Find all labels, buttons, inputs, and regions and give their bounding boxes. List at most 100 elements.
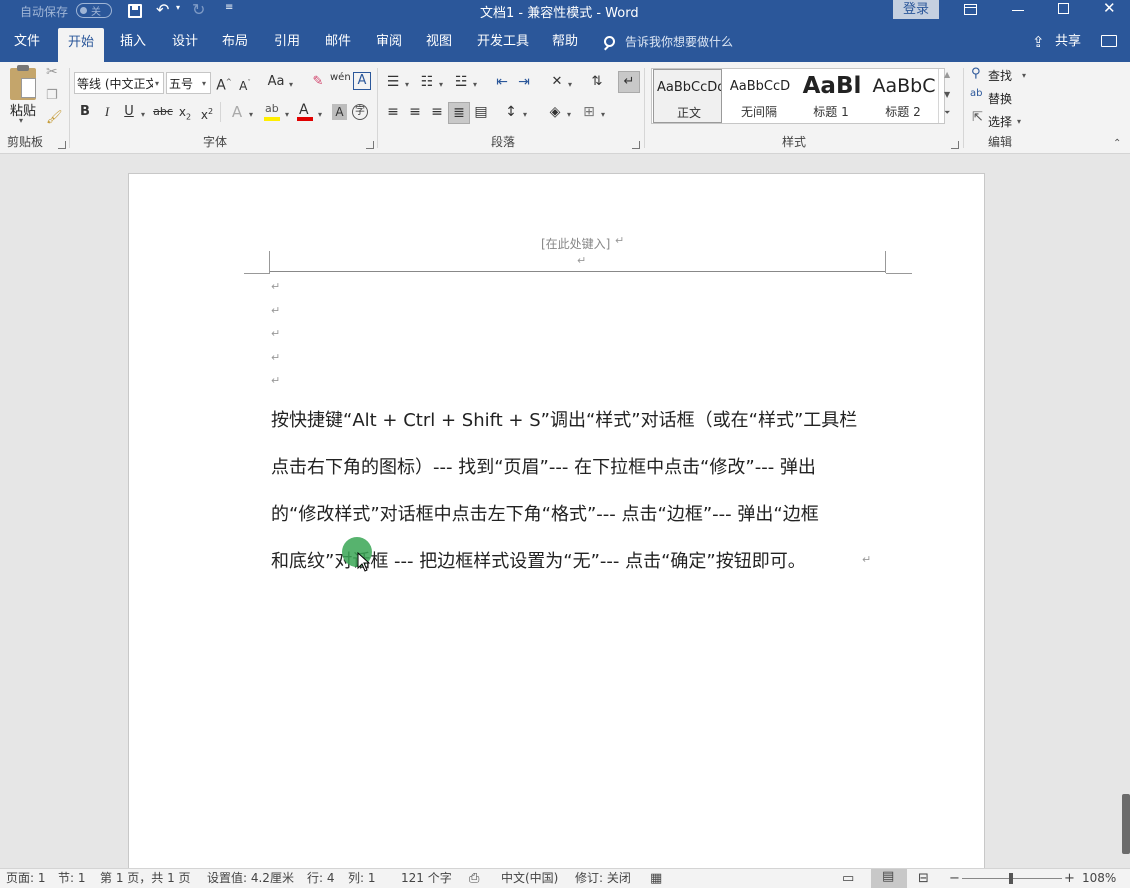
chevron-down-icon[interactable]: ▾ (318, 110, 322, 119)
read-mode-icon[interactable]: ▭ (842, 869, 854, 888)
comments-icon[interactable] (1101, 35, 1117, 47)
maximize-icon[interactable] (1058, 3, 1069, 14)
copy-icon[interactable]: ❐ (46, 88, 58, 103)
tab-design[interactable]: 设计 (172, 22, 198, 62)
shading-icon[interactable]: ◈ (546, 102, 564, 122)
format-painter-icon[interactable]: 🖌 (46, 110, 63, 125)
shrink-font-icon[interactable]: Aˇ (238, 73, 252, 93)
status-line[interactable]: 行: 4 (307, 869, 335, 888)
macro-icon[interactable]: ▦ (650, 869, 662, 888)
text-effects-icon[interactable]: A (228, 102, 246, 122)
superscript-icon[interactable]: x2 (199, 102, 215, 122)
italic-icon[interactable]: I (100, 102, 114, 122)
redo-icon[interactable]: ↻ (192, 0, 205, 19)
status-track-changes[interactable]: 修订: 关闭 (575, 869, 631, 888)
bullets-icon[interactable]: ☰ (384, 72, 402, 92)
login-button[interactable]: 登录 (893, 0, 939, 19)
tab-mailings[interactable]: 邮件 (325, 22, 351, 62)
character-border-icon[interactable]: A (353, 72, 371, 90)
line-spacing-icon[interactable]: ↕ (502, 102, 520, 122)
grow-font-icon[interactable]: A^ (216, 72, 232, 92)
font-launcher-icon[interactable] (366, 141, 374, 149)
tab-file[interactable]: 文件 (14, 22, 40, 62)
minimize-icon[interactable] (1012, 10, 1024, 11)
tab-review[interactable]: 审阅 (376, 22, 402, 62)
document-page[interactable]: [在此处键入] ↵ ↵ ↵ ↵ ↵ ↵ ↵ 按快捷键“Alt + Ctrl + … (128, 173, 985, 873)
select-button[interactable]: 选择 (988, 113, 1012, 130)
tab-help[interactable]: 帮助 (552, 22, 578, 62)
multilevel-list-icon[interactable]: ☳ (452, 72, 470, 92)
zoom-in-icon[interactable]: + (1064, 869, 1075, 888)
bold-icon[interactable]: B (78, 102, 92, 122)
print-layout-button[interactable]: ▤ (871, 869, 907, 888)
style-heading-1[interactable]: AaBl 标题 1 (796, 69, 866, 123)
strikethrough-icon[interactable]: abc (153, 102, 173, 122)
sort-icon[interactable]: ⇅ (588, 72, 606, 92)
share-icon[interactable]: ⇪ (1032, 33, 1045, 51)
chevron-down-icon[interactable]: ▾ (601, 110, 605, 119)
subscript-icon[interactable]: x2 (177, 102, 193, 122)
gallery-down-icon[interactable]: ▼ (944, 90, 950, 99)
tab-view[interactable]: 视图 (426, 22, 452, 62)
chevron-down-icon[interactable]: ▾ (285, 110, 289, 119)
tab-insert[interactable]: 插入 (120, 22, 146, 62)
close-icon[interactable]: ✕ (1103, 0, 1116, 17)
web-layout-icon[interactable]: ⊟ (918, 869, 929, 888)
vertical-scrollbar[interactable] (1122, 794, 1130, 854)
phonetic-guide-icon[interactable]: wén (330, 68, 348, 88)
enclose-characters-icon[interactable]: 字 (352, 104, 368, 120)
autosave-toggle[interactable]: 关 (76, 3, 112, 18)
proofing-icon[interactable]: ⎙ (469, 869, 479, 888)
asian-layout-icon[interactable]: ✕ (548, 72, 566, 92)
paragraph-launcher-icon[interactable] (632, 141, 640, 149)
zoom-level[interactable]: 108% (1082, 869, 1116, 888)
undo-icon[interactable]: ↶ (156, 0, 169, 19)
distributed-icon[interactable]: ▤ (472, 102, 490, 122)
select-icon[interactable]: ⇱ (972, 110, 983, 125)
font-name-select[interactable]: 等线 (中文正文 ▾ (74, 72, 164, 94)
find-button[interactable]: 查找 (988, 67, 1012, 84)
clear-formatting-icon[interactable]: ✎ (310, 72, 326, 92)
numbering-icon[interactable]: ☷ (418, 72, 436, 92)
chevron-down-icon[interactable]: ▾ (473, 80, 477, 89)
undo-dropdown-icon[interactable]: ▾ (176, 3, 180, 12)
chevron-down-icon[interactable]: ▾ (568, 80, 572, 89)
replace-icon[interactable]: ab (970, 88, 982, 99)
header-placeholder[interactable]: [在此处键入] (541, 235, 610, 252)
borders-icon[interactable]: ⊞ (580, 102, 598, 122)
zoom-out-icon[interactable]: − (949, 869, 960, 888)
gallery-more-icon[interactable]: ⏷ (944, 108, 950, 118)
clipboard-launcher-icon[interactable] (58, 141, 66, 149)
align-right-icon[interactable]: ≡ (428, 102, 446, 122)
font-color-icon[interactable]: A (296, 102, 314, 122)
status-language[interactable]: 中文(中国) (501, 869, 558, 888)
chevron-down-icon[interactable]: ▾ (141, 110, 145, 119)
ribbon-display-icon[interactable] (964, 4, 977, 15)
status-word-count[interactable]: 121 个字 (401, 869, 452, 888)
replace-button[interactable]: 替换 (988, 90, 1012, 107)
gallery-up-icon[interactable]: ▲ (944, 70, 950, 79)
change-case-button[interactable]: Aa (266, 72, 286, 92)
style-heading-2[interactable]: AaBbC 标题 2 (868, 69, 938, 123)
decrease-indent-icon[interactable]: ⇤ (493, 72, 511, 92)
increase-indent-icon[interactable]: ⇥ (515, 72, 533, 92)
collapse-ribbon-icon[interactable]: ⌃ (1113, 138, 1121, 149)
tab-developer[interactable]: 开发工具 (477, 22, 529, 62)
save-icon[interactable] (128, 4, 142, 18)
status-section[interactable]: 节: 1 (58, 869, 86, 888)
chevron-down-icon[interactable]: ▾ (1017, 117, 1021, 126)
status-position[interactable]: 设置值: 4.2厘米 (207, 869, 294, 888)
underline-icon[interactable]: U (122, 102, 136, 122)
justify-icon[interactable]: ≣ (448, 102, 470, 124)
chevron-down-icon[interactable]: ▾ (523, 110, 527, 119)
align-center-icon[interactable]: ≡ (406, 102, 424, 122)
chevron-down-icon[interactable]: ▾ (249, 110, 253, 119)
cut-icon[interactable]: ✂ (46, 64, 58, 80)
font-size-select[interactable]: 五号 ▾ (166, 72, 211, 94)
show-marks-icon[interactable]: ↵ (618, 71, 640, 93)
chevron-down-icon[interactable]: ▾ (439, 80, 443, 89)
character-shading-icon[interactable]: A (332, 104, 347, 120)
style-normal[interactable]: AaBbCcDd 正文 (653, 69, 722, 123)
paste-icon[interactable] (10, 68, 36, 100)
tab-home[interactable]: 开始 (58, 28, 104, 62)
